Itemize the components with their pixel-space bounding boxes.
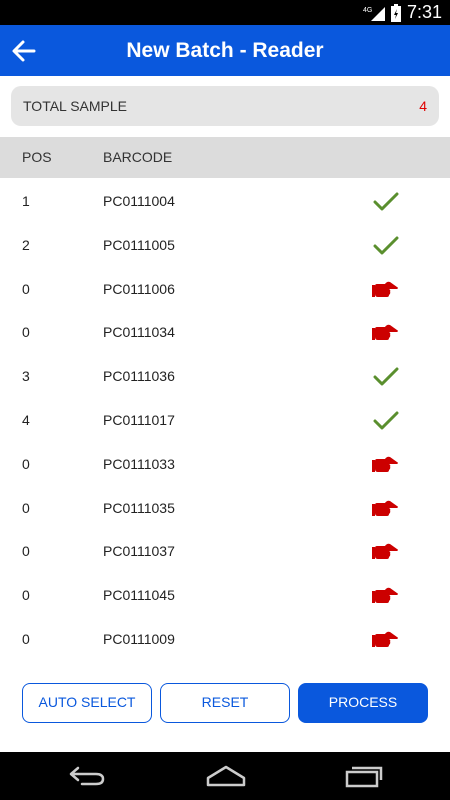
row-barcode: PC0111034: [103, 324, 175, 341]
pos-column-header: POS: [22, 149, 52, 165]
status-clock: 7:31: [406, 2, 442, 22]
barcode-list: 1 PC0111004 2 PC0111005 0 PC0111006 0 PC0111034…: [0, 180, 450, 662]
table-row[interactable]: 3 PC0111036: [0, 355, 450, 399]
check-icon: [373, 411, 399, 430]
check-icon: [373, 367, 399, 386]
row-barcode: PC0111006: [103, 280, 175, 297]
table-row[interactable]: 2 PC0111005: [0, 224, 450, 268]
page-title: New Batch - Reader: [126, 39, 324, 62]
pointing-hand-icon: [372, 631, 398, 647]
action-buttons: AUTO SELECT RESET PROCESS: [0, 683, 450, 723]
row-pos: 0: [22, 455, 30, 472]
pointing-hand-icon: [372, 325, 398, 341]
table-row[interactable]: 0 PC0111035: [0, 487, 450, 531]
barcode-column-header: BARCODE: [103, 149, 173, 165]
row-pos: 4: [22, 411, 30, 428]
navigation-bar: [0, 752, 450, 800]
pointing-hand-icon: [372, 281, 398, 297]
auto-select-button[interactable]: AUTO SELECT: [22, 683, 152, 723]
row-barcode: PC0111036: [103, 368, 175, 385]
nav-home-icon[interactable]: [205, 764, 247, 788]
status-bar: 4G 7:31: [0, 0, 450, 25]
back-arrow-icon[interactable]: [10, 37, 38, 65]
network-type-label: 4G: [363, 7, 372, 14]
row-pos: 0: [22, 499, 30, 516]
pointing-hand-icon: [372, 544, 398, 560]
row-pos: 0: [22, 587, 30, 604]
row-pos: 0: [22, 280, 30, 297]
row-barcode: PC0111009: [103, 630, 175, 647]
row-pos: 1: [22, 193, 30, 209]
row-pos: 0: [22, 324, 30, 341]
reset-button[interactable]: RESET: [160, 683, 290, 723]
signal-icon: 4G: [363, 6, 385, 21]
table-row[interactable]: 0 PC0111006: [0, 268, 450, 312]
table-row[interactable]: 0 PC0111037: [0, 530, 450, 574]
row-barcode: PC0111045: [103, 587, 175, 604]
table-row[interactable]: 0 PC0111045: [0, 574, 450, 618]
row-barcode: PC0111033: [103, 455, 175, 472]
total-sample-summary: TOTAL SAMPLE 4: [11, 86, 439, 126]
battery-icon: [390, 3, 401, 22]
check-icon: [373, 192, 399, 211]
row-pos: 0: [22, 630, 30, 647]
table-row[interactable]: 1 PC0111004: [0, 180, 450, 224]
total-sample-count: 4: [419, 98, 427, 114]
row-pos: 2: [22, 236, 30, 253]
check-icon: [373, 236, 399, 255]
row-barcode: PC0111035: [103, 499, 175, 516]
table-header: POS BARCODE: [0, 137, 450, 178]
table-row[interactable]: 0 PC0111009: [0, 618, 450, 662]
pointing-hand-icon: [372, 456, 398, 472]
pointing-hand-icon: [372, 587, 398, 604]
app-bar: New Batch - Reader: [0, 25, 450, 76]
table-row[interactable]: 4 PC0111017: [0, 399, 450, 443]
table-row[interactable]: 0 PC0111034: [0, 311, 450, 355]
row-barcode: PC0111005: [103, 236, 175, 253]
nav-back-icon[interactable]: [68, 764, 106, 788]
total-sample-label: TOTAL SAMPLE: [23, 98, 127, 114]
row-pos: 3: [22, 368, 30, 385]
row-barcode: PC0111004: [103, 193, 175, 209]
table-row[interactable]: 0 PC0111033: [0, 443, 450, 487]
pointing-hand-icon: [372, 500, 398, 516]
process-button[interactable]: PROCESS: [298, 683, 428, 723]
row-barcode: PC0111037: [103, 543, 175, 560]
nav-recents-icon[interactable]: [344, 764, 384, 788]
row-pos: 0: [22, 543, 30, 560]
row-barcode: PC0111017: [103, 411, 175, 428]
